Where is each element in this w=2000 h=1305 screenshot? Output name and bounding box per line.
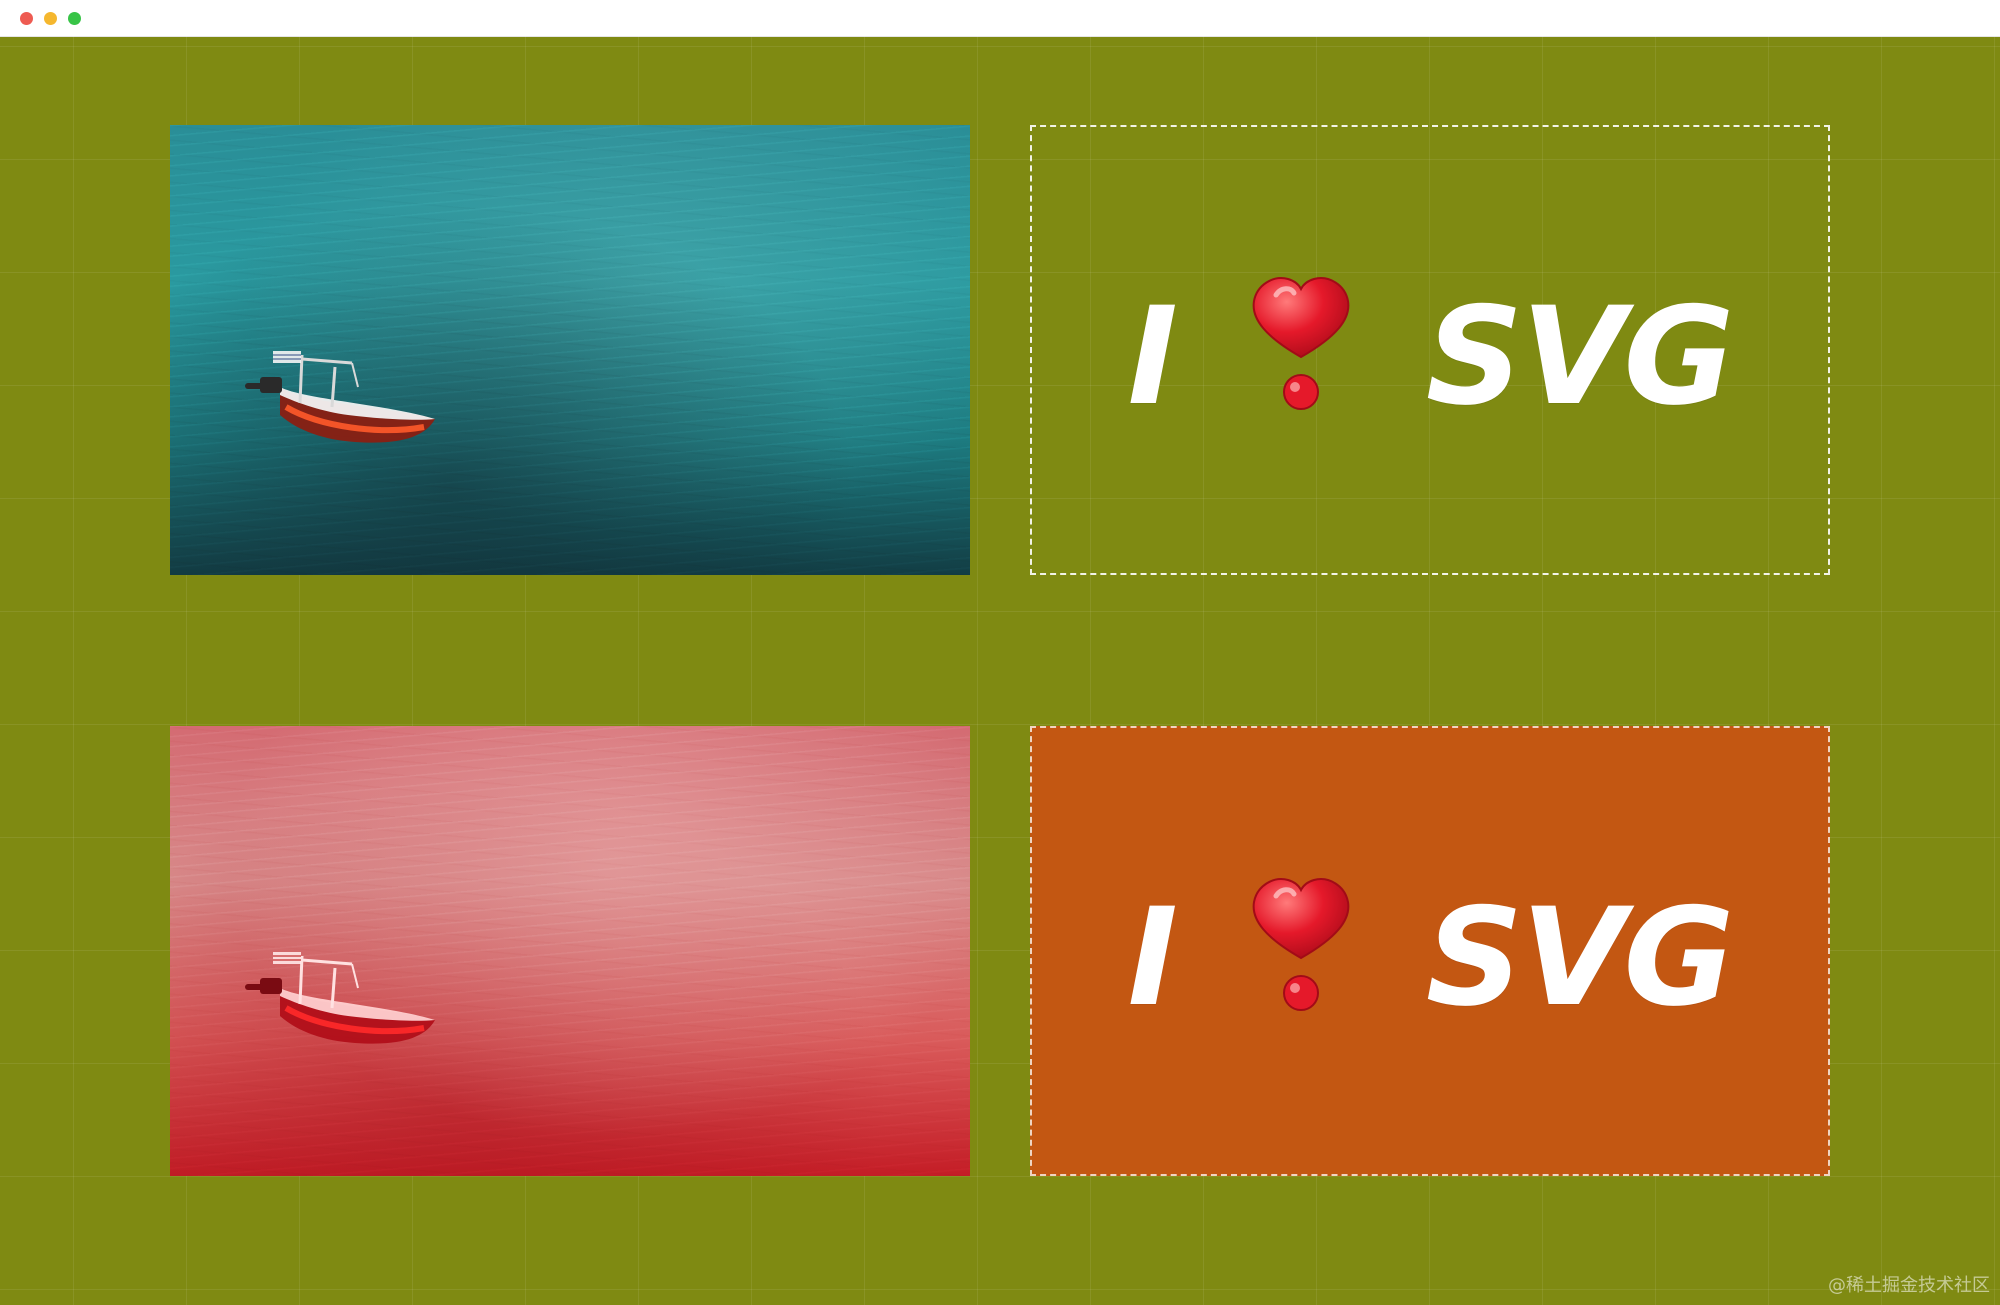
text-panel-original: I SVG xyxy=(1030,125,1830,575)
sea-photo xyxy=(170,125,970,575)
title-bar xyxy=(0,0,2000,37)
photo-red-tint xyxy=(170,726,970,1176)
text-panel-orange: I SVG xyxy=(1030,726,1830,1176)
app-window: I SVG I SVG @稀土掘金技术社区 xyxy=(0,0,2000,1305)
boat-image-tinted xyxy=(245,952,435,1044)
heart-icon xyxy=(1246,868,1356,1018)
sea-photo-tinted xyxy=(170,726,970,1176)
watermark-text: @稀土掘金技术社区 xyxy=(1828,1275,1990,1296)
text-svg-orange: SVG xyxy=(1425,878,1735,1036)
text-i-orange: I xyxy=(1127,878,1178,1036)
text-i: I xyxy=(1127,277,1178,435)
minimize-window-button[interactable] xyxy=(44,12,57,25)
text-svg: SVG xyxy=(1425,277,1735,435)
boat-image xyxy=(245,351,435,443)
i-love-svg-text-orange: I SVG xyxy=(1032,728,1828,1174)
i-love-svg-text: I SVG xyxy=(1032,127,1828,573)
close-window-button[interactable] xyxy=(20,12,33,25)
photo-original xyxy=(170,125,970,575)
maximize-window-button[interactable] xyxy=(68,12,81,25)
heart-icon xyxy=(1246,267,1356,417)
